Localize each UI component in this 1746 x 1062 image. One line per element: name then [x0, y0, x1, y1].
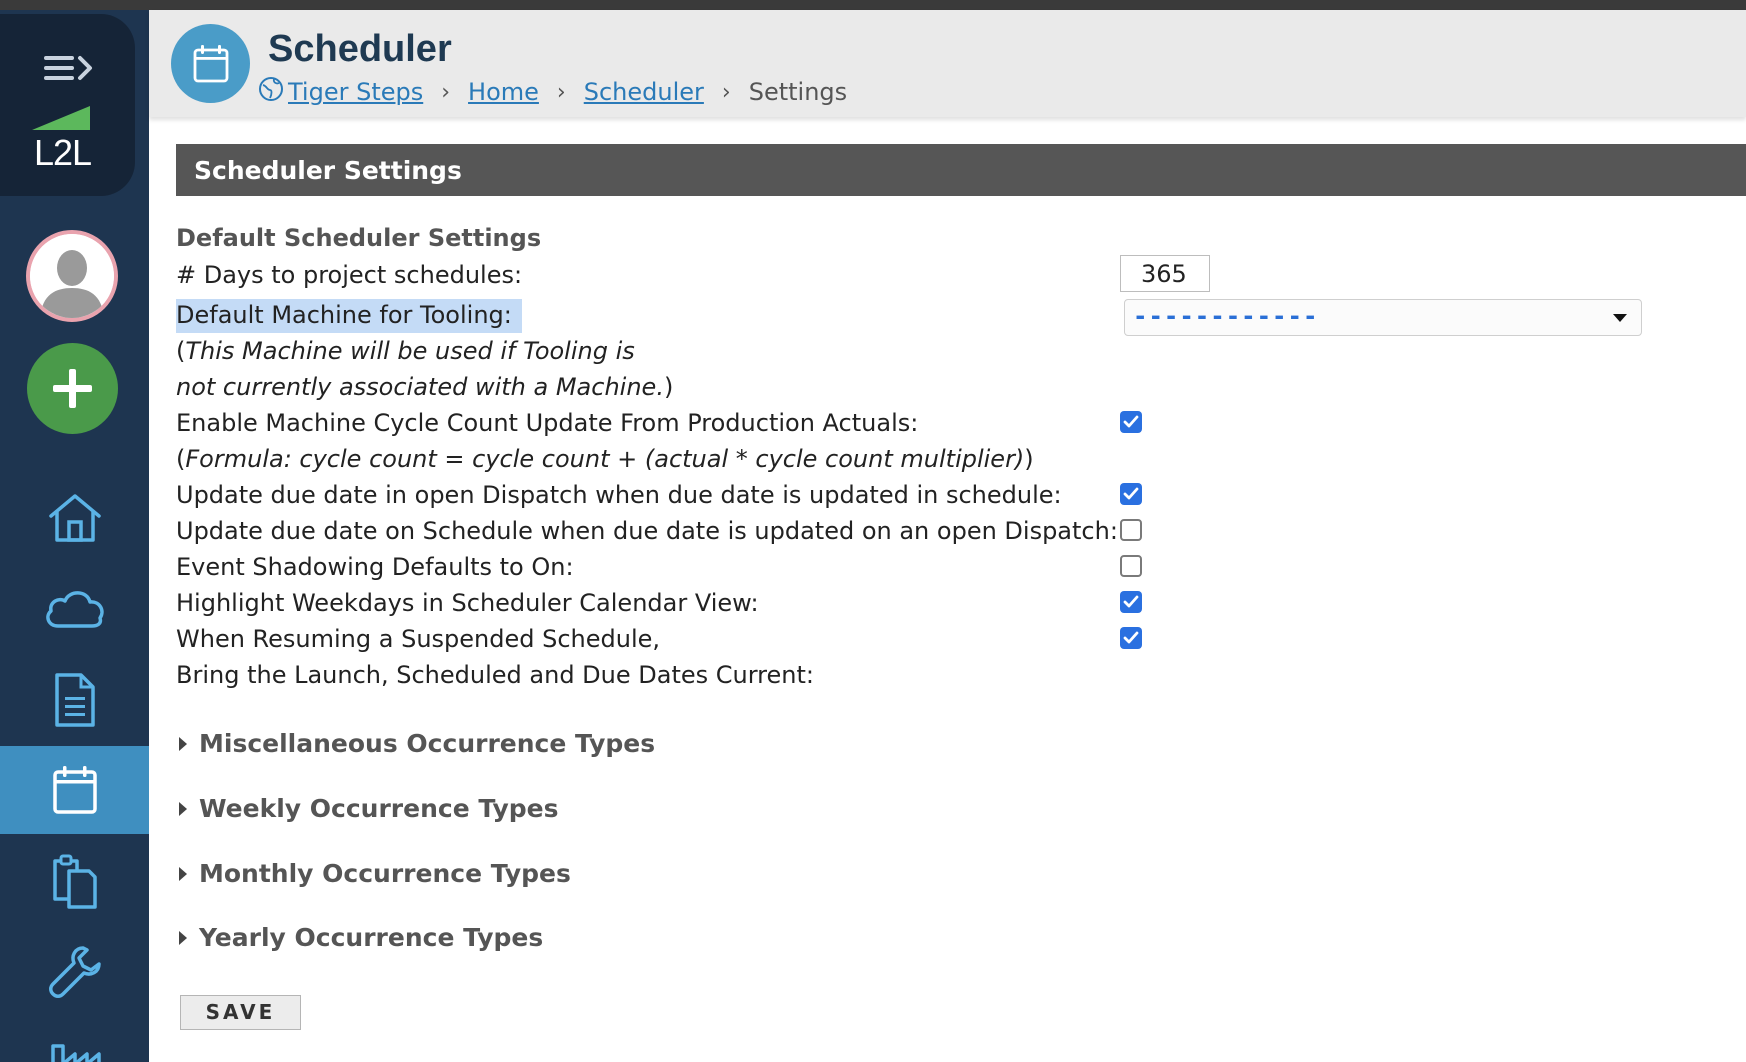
nav-clipboard[interactable] [0, 837, 149, 925]
section-header: Scheduler Settings [176, 144, 1746, 196]
days-input[interactable] [1120, 255, 1210, 292]
save-button[interactable]: SAVE [180, 995, 301, 1030]
caret-right-icon [179, 736, 187, 751]
machine-note-1-text: This Machine will be used if Tooling is [185, 337, 635, 365]
nav-cloud[interactable] [0, 565, 149, 653]
event-shadowing-checkbox[interactable] [1120, 555, 1142, 577]
cycle-count-checkbox[interactable] [1120, 411, 1142, 433]
highlight-weekdays-label: Highlight Weekdays in Scheduler Calendar… [176, 589, 759, 617]
sidebar: L2L [0, 10, 149, 1062]
default-machine-value: ------------ [1133, 302, 1319, 330]
schedule-due-date-label: Update due date on Schedule when due dat… [176, 517, 1118, 545]
breadcrumb-home[interactable]: Home [468, 78, 539, 106]
dispatch-due-date-label: Update due date in open Dispatch when du… [176, 481, 1062, 509]
calendar-icon [193, 44, 228, 82]
breadcrumb-separator: › [556, 79, 566, 105]
yearly-occurrence-types-label: Yearly Occurrence Types [199, 923, 544, 952]
scheduler-badge [171, 24, 250, 103]
resume-schedule-label-1: When Resuming a Suspended Schedule, [176, 625, 661, 653]
nav-documents[interactable] [0, 656, 149, 744]
add-button[interactable] [27, 343, 118, 434]
chevron-down-icon [1613, 314, 1627, 322]
yearly-occurrence-types[interactable]: Yearly Occurrence Types [176, 923, 543, 952]
misc-occurrence-types[interactable]: Miscellaneous Occurrence Types [176, 729, 655, 758]
breadcrumb-tiger-steps[interactable]: Tiger Steps [288, 78, 423, 106]
breadcrumb-separator: › [441, 79, 451, 105]
plus-icon [53, 369, 92, 408]
monthly-occurrence-types-label: Monthly Occurrence Types [199, 859, 571, 888]
machine-note-2: not currently associated with a Machine.… [176, 373, 674, 401]
caret-right-icon [179, 801, 187, 816]
checkmark-icon [1123, 595, 1139, 608]
logo-area: L2L [0, 14, 135, 196]
highlight-weekdays-checkbox[interactable] [1120, 591, 1142, 613]
breadcrumb: Tiger Steps › Home › Scheduler › Setting… [258, 76, 847, 108]
misc-occurrence-types-label: Miscellaneous Occurrence Types [199, 729, 656, 758]
caret-right-icon [179, 866, 187, 881]
checkmark-icon [1123, 487, 1139, 500]
page-header: Scheduler Tiger Steps › Home › Scheduler… [149, 10, 1746, 117]
schedule-due-date-checkbox[interactable] [1120, 519, 1142, 541]
checkmark-icon [1123, 631, 1139, 644]
factory-icon [50, 1044, 101, 1062]
avatar[interactable] [26, 230, 118, 322]
monthly-occurrence-types[interactable]: Monthly Occurrence Types [176, 859, 571, 888]
nav-scheduler[interactable] [0, 746, 149, 834]
nav-maintenance[interactable] [0, 928, 149, 1016]
home-icon [48, 494, 101, 542]
globe-icon [258, 76, 284, 108]
breadcrumb-current: Settings [748, 78, 848, 106]
cycle-formula: (Formula: cycle count = cycle count + (a… [176, 445, 1034, 473]
dispatch-due-date-checkbox[interactable] [1120, 483, 1142, 505]
resume-schedule-checkbox[interactable] [1120, 627, 1142, 649]
default-settings-heading: Default Scheduler Settings [176, 224, 542, 252]
caret-right-icon [179, 930, 187, 945]
document-icon [54, 673, 95, 727]
menu-toggle-icon[interactable] [40, 48, 98, 92]
default-machine-select[interactable]: ------------ [1124, 299, 1642, 336]
clipboard-icon [52, 854, 97, 909]
breadcrumb-separator: › [721, 79, 731, 105]
resume-schedule-label-2: Bring the Launch, Scheduled and Due Date… [176, 661, 814, 689]
cycle-count-label: Enable Machine Cycle Count Update From P… [176, 409, 919, 437]
nav-production[interactable] [0, 1018, 149, 1062]
breadcrumb-scheduler[interactable]: Scheduler [584, 78, 704, 106]
nav-home[interactable] [0, 474, 149, 562]
checkmark-icon [1123, 415, 1139, 428]
machine-note-2-text: not currently associated with a Machine. [176, 373, 664, 401]
window-top-strip [0, 0, 1746, 10]
cloud-icon [45, 591, 104, 628]
section-title: Scheduler Settings [194, 156, 462, 185]
days-label: # Days to project schedules: [176, 261, 523, 289]
event-shadowing-label: Event Shadowing Defaults to On: [176, 553, 574, 581]
weekly-occurrence-types[interactable]: Weekly Occurrence Types [176, 794, 559, 823]
cycle-formula-text: Formula: cycle count = cycle count + (ac… [185, 445, 1025, 473]
wrench-icon [48, 946, 101, 998]
l2l-logo-text: L2L [34, 132, 92, 173]
machine-note-1: (This Machine will be used if Tooling is [176, 337, 635, 365]
machine-label-text: Default Machine for Tooling: [176, 299, 522, 333]
page-title: Scheduler [268, 28, 452, 70]
calendar-icon [52, 766, 97, 814]
weekly-occurrence-types-label: Weekly Occurrence Types [199, 794, 559, 823]
machine-label: Default Machine for Tooling: [176, 299, 522, 333]
